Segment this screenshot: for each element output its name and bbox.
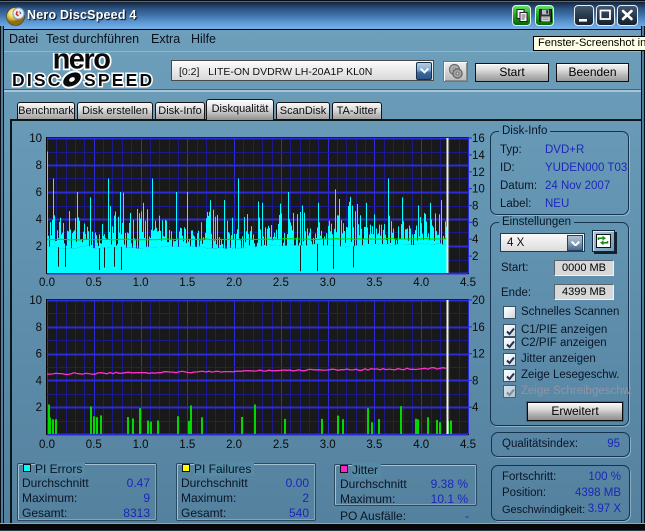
svg-text:0.0: 0.0 xyxy=(39,277,55,289)
svg-text:10: 10 xyxy=(29,295,42,307)
svg-text:2.0: 2.0 xyxy=(226,277,242,289)
svg-text:2.0: 2.0 xyxy=(226,439,242,451)
svg-text:20: 20 xyxy=(472,295,485,307)
svg-text:4.5: 4.5 xyxy=(460,277,476,289)
svg-text:4: 4 xyxy=(472,402,479,414)
svg-text:2: 2 xyxy=(472,251,478,263)
svg-text:3.0: 3.0 xyxy=(320,277,336,289)
svg-text:12: 12 xyxy=(472,349,485,361)
svg-text:1.0: 1.0 xyxy=(133,277,149,289)
svg-text:3.5: 3.5 xyxy=(366,277,382,289)
svg-text:16: 16 xyxy=(472,322,485,334)
svg-text:0.5: 0.5 xyxy=(86,277,102,289)
svg-text:8: 8 xyxy=(472,201,478,213)
svg-text:6: 6 xyxy=(36,187,42,199)
svg-text:16: 16 xyxy=(472,133,485,145)
svg-text:6: 6 xyxy=(36,349,42,361)
svg-text:4.0: 4.0 xyxy=(413,439,429,451)
svg-text:1.5: 1.5 xyxy=(179,439,195,451)
svg-text:4: 4 xyxy=(36,375,43,387)
svg-text:4: 4 xyxy=(472,234,479,246)
svg-text:2.5: 2.5 xyxy=(273,277,289,289)
svg-text:0.5: 0.5 xyxy=(86,439,102,451)
svg-text:12: 12 xyxy=(472,167,485,179)
svg-text:2: 2 xyxy=(36,402,42,414)
svg-text:2.5: 2.5 xyxy=(273,439,289,451)
svg-text:1.0: 1.0 xyxy=(133,439,149,451)
svg-text:3.5: 3.5 xyxy=(366,439,382,451)
svg-text:3.0: 3.0 xyxy=(320,439,336,451)
svg-text:8: 8 xyxy=(472,375,478,387)
svg-text:8: 8 xyxy=(36,322,42,334)
svg-text:10: 10 xyxy=(472,184,485,196)
svg-text:6: 6 xyxy=(472,217,478,229)
svg-text:10: 10 xyxy=(29,133,42,145)
svg-text:2: 2 xyxy=(36,241,42,253)
svg-text:8: 8 xyxy=(36,160,42,172)
svg-text:0.0: 0.0 xyxy=(39,439,55,451)
svg-text:14: 14 xyxy=(472,150,485,162)
svg-text:4.0: 4.0 xyxy=(413,277,429,289)
svg-text:1.5: 1.5 xyxy=(179,277,195,289)
svg-text:4: 4 xyxy=(36,214,43,226)
svg-text:4.5: 4.5 xyxy=(460,439,476,451)
